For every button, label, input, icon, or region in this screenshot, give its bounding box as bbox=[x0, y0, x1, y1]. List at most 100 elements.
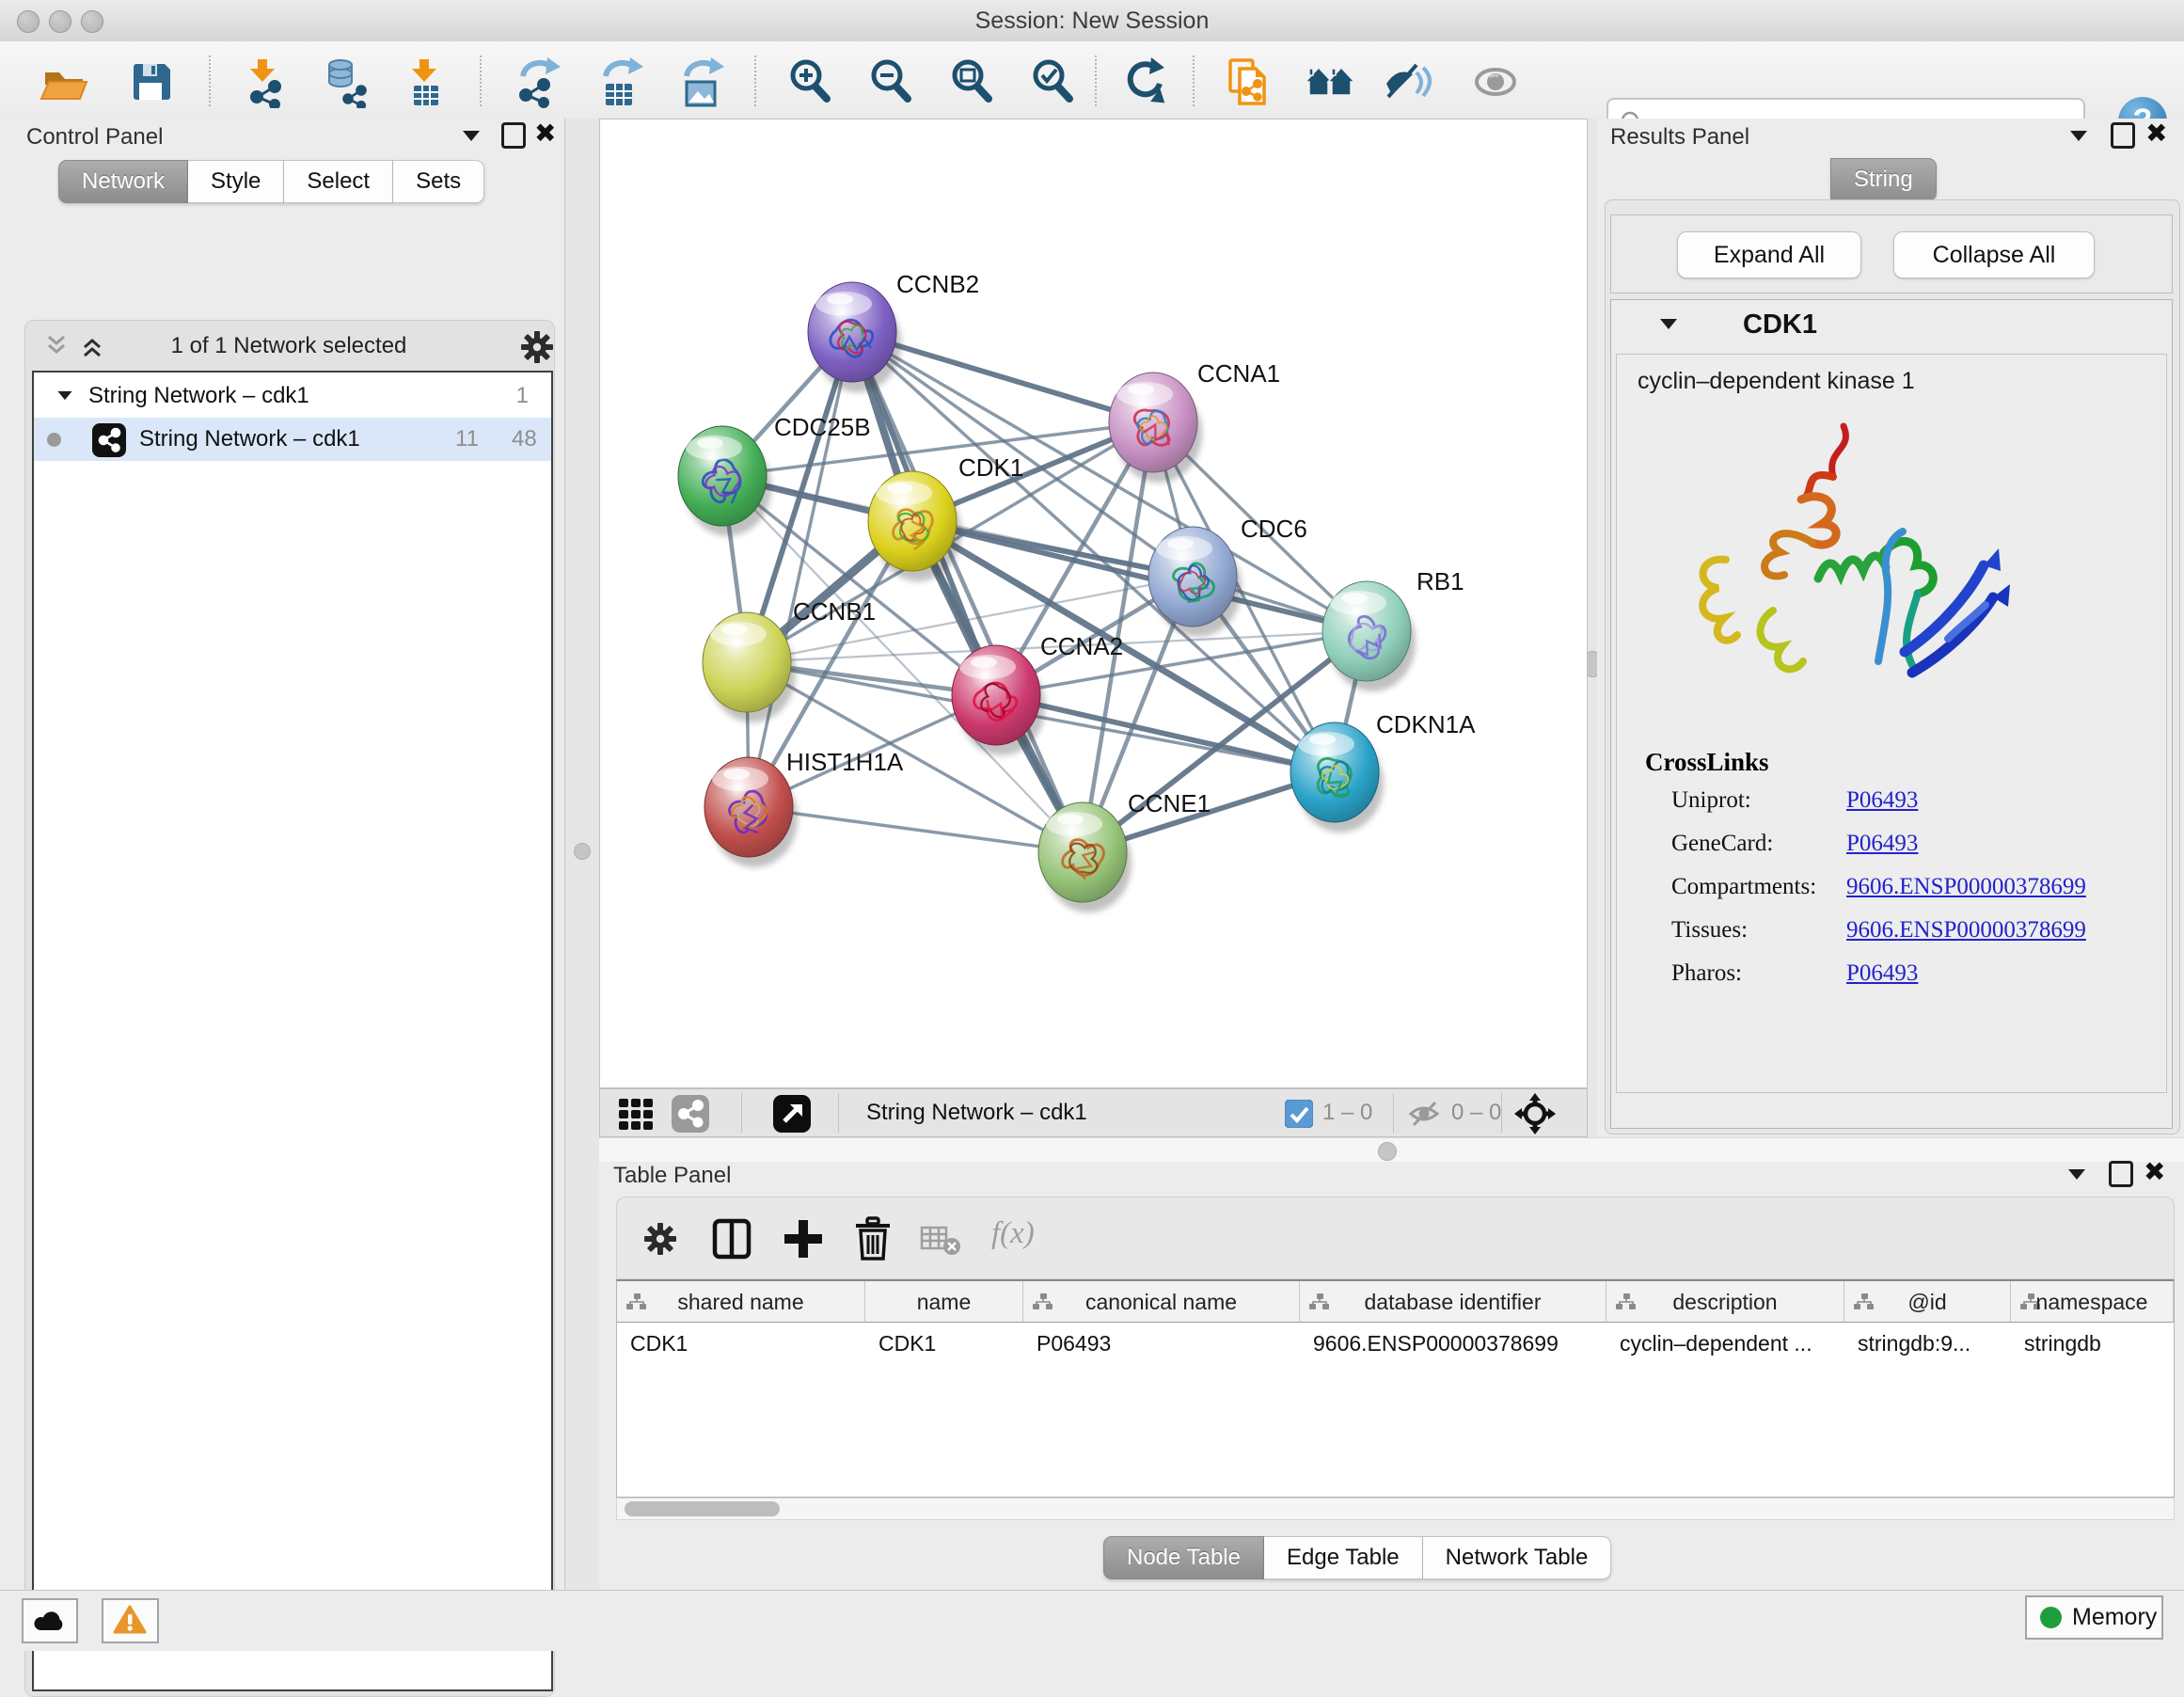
crosslink-link[interactable]: 9606.ENSP00000378699 bbox=[1846, 917, 2086, 944]
table-cell[interactable]: P06493 bbox=[1023, 1324, 1300, 1362]
node-label-CCNA1: CCNA1 bbox=[1197, 359, 1280, 388]
tab-sets[interactable]: Sets bbox=[393, 160, 484, 203]
column-header-description[interactable]: description bbox=[1606, 1281, 1844, 1323]
table-cell[interactable]: CDK1 bbox=[617, 1324, 865, 1362]
network-node-RB1[interactable] bbox=[1322, 581, 1416, 691]
tab-edge-table[interactable]: Edge Table bbox=[1264, 1536, 1423, 1579]
network-node-CCNE1[interactable] bbox=[1038, 802, 1132, 912]
hide-panel-eye-icon[interactable] bbox=[1383, 56, 1435, 108]
tab-select[interactable]: Select bbox=[284, 160, 393, 203]
network-node-CDK1[interactable] bbox=[868, 471, 961, 581]
column-header-name[interactable]: name bbox=[865, 1281, 1023, 1323]
import-database-icon[interactable] bbox=[320, 56, 372, 108]
table-cell[interactable]: 9606.ENSP00000378699 bbox=[1300, 1324, 1606, 1362]
network-tree-network-row[interactable]: String Network – cdk1 11 48 bbox=[34, 418, 551, 461]
crosslink-link[interactable]: P06493 bbox=[1846, 960, 1918, 987]
table-options-gear-icon[interactable] bbox=[636, 1214, 685, 1263]
tab-network-table[interactable]: Network Table bbox=[1423, 1536, 1612, 1579]
network-node-CCNA1[interactable] bbox=[1109, 373, 1202, 483]
tab-style[interactable]: Style bbox=[188, 160, 284, 203]
table-panel-float-icon[interactable] bbox=[2109, 1161, 2133, 1187]
table-cell[interactable]: cyclin–dependent ... bbox=[1606, 1324, 1844, 1362]
toolbar-separator bbox=[1193, 56, 1195, 106]
network-node-CDKN1A[interactable] bbox=[1290, 722, 1384, 833]
show-columns-icon[interactable] bbox=[707, 1214, 756, 1263]
network-tree-collection-row[interactable]: String Network – cdk1 1 bbox=[34, 374, 551, 418]
import-string-file-icon[interactable] bbox=[1225, 56, 1277, 108]
results-panel-float-icon[interactable] bbox=[2111, 122, 2135, 149]
entry-collapse-icon[interactable] bbox=[1660, 319, 1677, 329]
create-column-plus-icon[interactable] bbox=[779, 1214, 828, 1263]
splitter-handle[interactable] bbox=[574, 843, 591, 860]
splitter-handle[interactable] bbox=[1378, 1142, 1397, 1161]
home-pages-icon[interactable] bbox=[1304, 56, 1356, 108]
left-panel-splitter[interactable] bbox=[564, 119, 601, 1590]
network-view-mode-icon[interactable] bbox=[672, 1095, 709, 1133]
network-node-HIST1H1A[interactable] bbox=[704, 757, 798, 867]
network-edge-CCNB2-HIST1H1A[interactable] bbox=[749, 332, 852, 807]
table-cell[interactable]: stringdb bbox=[2011, 1324, 2174, 1362]
crosslink-link[interactable]: P06493 bbox=[1846, 831, 1918, 857]
table-cell[interactable]: stringdb:9... bbox=[1844, 1324, 2011, 1362]
save-session-icon[interactable] bbox=[124, 56, 177, 108]
zoom-out-icon[interactable] bbox=[865, 56, 918, 108]
crosslink-link[interactable]: 9606.ENSP00000378699 bbox=[1846, 874, 2086, 900]
collapse-all-button[interactable]: Collapse All bbox=[1893, 231, 2095, 278]
hidden-eye-slash-icon bbox=[1407, 1100, 1443, 1128]
export-table-icon[interactable] bbox=[594, 56, 647, 108]
column-header-canonical-name[interactable]: canonical name bbox=[1023, 1281, 1300, 1323]
horizontal-splitter[interactable] bbox=[599, 1137, 2184, 1164]
control-panel-float-icon[interactable] bbox=[501, 122, 526, 149]
selected-checkbox-icon[interactable] bbox=[1285, 1100, 1313, 1128]
window-title: Session: New Session bbox=[0, 0, 2184, 41]
birds-eye-crosshair-icon[interactable] bbox=[1514, 1093, 1556, 1134]
column-header-namespace[interactable]: namespace bbox=[2011, 1281, 2174, 1323]
results-panel-menu-icon[interactable] bbox=[2070, 131, 2087, 141]
warnings-button[interactable] bbox=[102, 1598, 159, 1643]
memory-status-button[interactable]: Memory bbox=[2025, 1595, 2163, 1640]
delete-column-trash-icon[interactable] bbox=[848, 1214, 897, 1263]
zoom-selected-icon[interactable] bbox=[1027, 56, 1080, 108]
expand-all-button[interactable]: Expand All bbox=[1677, 231, 1861, 278]
cloud-status-button[interactable] bbox=[22, 1598, 78, 1643]
column-header-shared-name[interactable]: shared name bbox=[617, 1281, 865, 1323]
network-node-CCNB2[interactable] bbox=[808, 282, 901, 392]
node-label-CDKN1A: CDKN1A bbox=[1376, 710, 1476, 738]
refresh-icon[interactable] bbox=[1119, 56, 1172, 108]
table-panel-menu-icon[interactable] bbox=[2068, 1169, 2085, 1180]
zoom-in-icon[interactable] bbox=[784, 56, 837, 108]
network-tree: String Network – cdk1 1 String Network –… bbox=[32, 371, 553, 1691]
scrollbar-thumb[interactable] bbox=[625, 1501, 780, 1516]
tab-network[interactable]: Network bbox=[58, 160, 188, 203]
network-node-CDC25B[interactable] bbox=[678, 426, 771, 536]
import-network-icon[interactable] bbox=[237, 56, 290, 108]
right-panel-splitter[interactable] bbox=[1588, 119, 1597, 1137]
network-options-gear-icon[interactable] bbox=[521, 331, 553, 363]
grid-view-icon[interactable] bbox=[617, 1095, 655, 1133]
network-edge-HIST1H1A-CCNE1[interactable] bbox=[749, 807, 1083, 852]
tab-node-table[interactable]: Node Table bbox=[1103, 1536, 1264, 1579]
open-in-window-icon[interactable] bbox=[773, 1095, 811, 1133]
network-node-CDC6[interactable] bbox=[1148, 527, 1242, 637]
export-network-icon[interactable] bbox=[512, 56, 564, 108]
control-panel-menu-icon[interactable] bbox=[463, 131, 480, 141]
tab-string[interactable]: String bbox=[1830, 158, 1937, 201]
zoom-fit-icon[interactable] bbox=[946, 56, 999, 108]
network-canvas[interactable]: CCNB2CCNA1CDC25BCDK1CDC6RB1CCNB1CCNA2CDK… bbox=[599, 119, 1588, 1088]
import-table-icon[interactable] bbox=[399, 56, 451, 108]
network-node-CCNA2[interactable] bbox=[952, 645, 1045, 755]
control-panel: Control Panel ✖ NetworkStyleSelectSets 1… bbox=[0, 119, 564, 1590]
control-panel-close-icon[interactable]: ✖ bbox=[534, 121, 556, 146]
column-header-@id[interactable]: @id bbox=[1844, 1281, 2011, 1323]
crosslink-link[interactable]: P06493 bbox=[1846, 787, 1918, 814]
table-horizontal-scrollbar[interactable] bbox=[616, 1498, 2175, 1520]
open-session-icon[interactable] bbox=[38, 56, 90, 108]
table-cell[interactable]: CDK1 bbox=[865, 1324, 1023, 1362]
network-view-toolbar: String Network – cdk1 1 – 0 0 – 0 bbox=[599, 1088, 1588, 1137]
network-edge-CCNA2-CDKN1A[interactable] bbox=[996, 695, 1335, 772]
export-image-icon[interactable] bbox=[675, 56, 728, 108]
table-panel-close-icon[interactable]: ✖ bbox=[2144, 1160, 2165, 1184]
tree-expand-icon[interactable] bbox=[57, 391, 71, 400]
column-header-database-identifier[interactable]: database identifier bbox=[1300, 1281, 1606, 1323]
results-panel-close-icon[interactable]: ✖ bbox=[2145, 121, 2167, 146]
